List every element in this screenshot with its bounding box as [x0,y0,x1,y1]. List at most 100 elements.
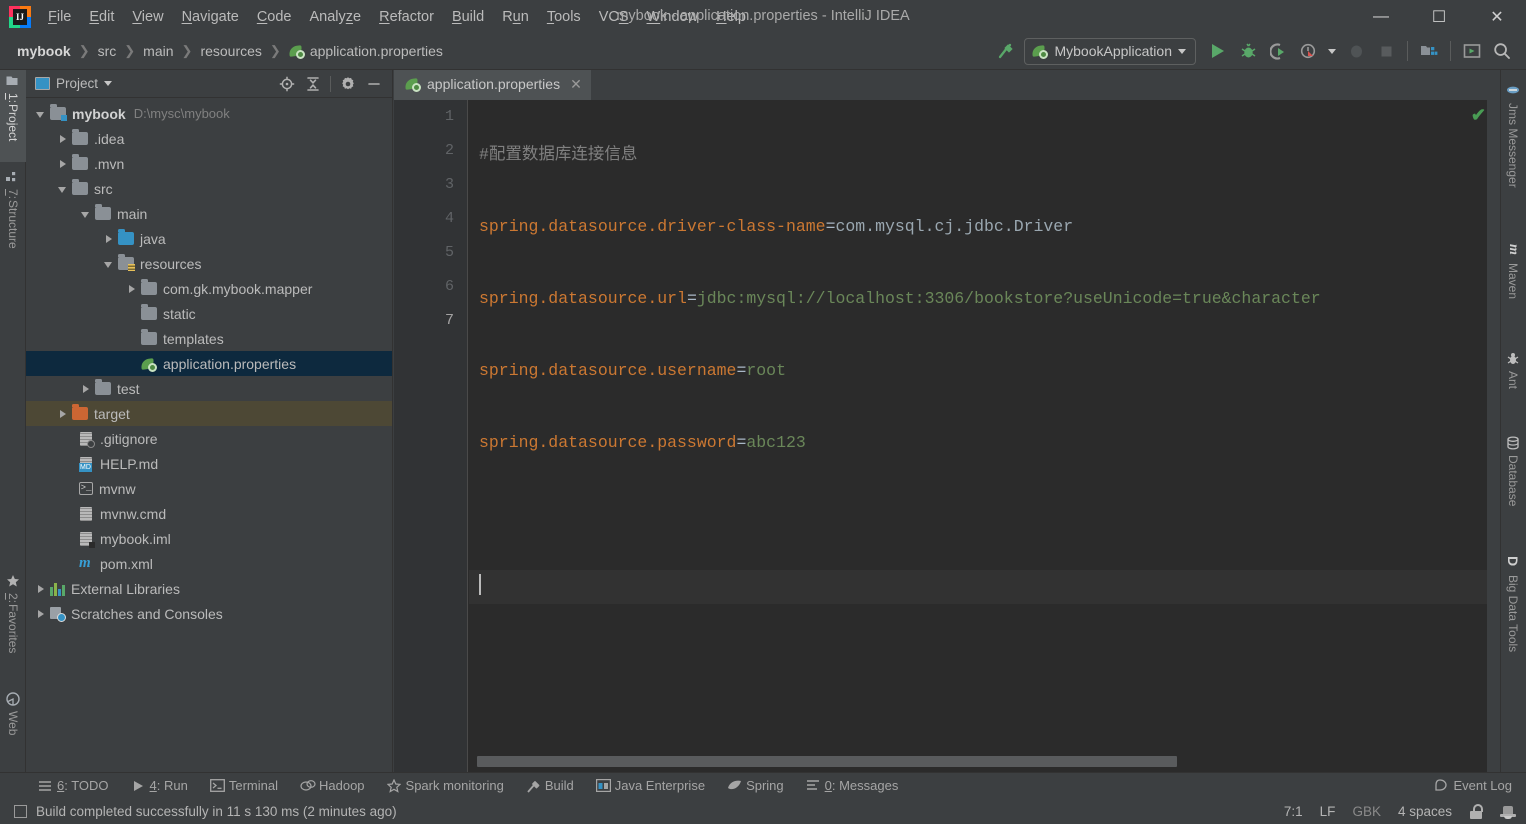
code-line-4[interactable]: spring.datasource.username=root [469,354,1500,388]
sidebar-item-maven[interactable]: m Maven [1500,240,1526,340]
bottom-tab-spring[interactable]: Spring [727,778,784,793]
inspection-status-icon[interactable]: ✔ [1471,106,1486,124]
tree-node-src[interactable]: src [26,176,392,201]
encoding-widget[interactable]: GBK [1352,804,1381,819]
chevron-right-icon[interactable] [56,132,70,146]
caret-position-widget[interactable]: 7:1 [1284,804,1303,819]
tree-node-mybook[interactable]: mybook D:\mysc\mybook [26,101,392,126]
settings-gear-icon[interactable] [336,73,360,95]
menu-item-window[interactable]: Window [638,6,708,28]
menu-item-navigate[interactable]: Navigate [173,6,248,28]
tree-node-gitignore[interactable]: .gitignore [26,426,392,451]
bottom-tab-spark-monitoring[interactable]: Spark monitoring [386,778,504,793]
breadcrumb-item-project[interactable]: mybook [14,41,74,61]
breadcrumb-item-src[interactable]: src [95,41,120,61]
editor-horizontal-scrollbar[interactable] [469,756,1487,767]
chevron-right-icon[interactable] [102,232,116,246]
breadcrumb-item-resources[interactable]: resources [197,41,264,61]
tree-node-main[interactable]: main [26,201,392,226]
chevron-down-icon[interactable] [79,207,93,221]
code-line-1[interactable]: #配置数据库连接信息 [469,138,1500,172]
breadcrumb-item-file[interactable]: application.properties [286,41,446,61]
unlocked-write-icon[interactable] [1469,803,1483,819]
menu-item-edit[interactable]: Edit [80,6,123,28]
scrollbar-thumb[interactable] [477,756,1177,767]
menu-item-vcs[interactable]: VCS [590,6,638,28]
chevron-down-icon[interactable] [34,107,48,121]
menu-item-analyze[interactable]: Analyze [301,6,371,28]
hide-icon[interactable] [362,73,386,95]
line-separator-widget[interactable]: LF [1320,804,1336,819]
bottom-tab-terminal[interactable]: Terminal [209,778,278,793]
tree-node-static[interactable]: static [26,301,392,326]
bottom-tab-java-enterprise[interactable]: Java Enterprise [595,778,705,793]
menu-item-build[interactable]: Build [443,6,493,28]
sidebar-item-structure[interactable]: 7: Structure [0,166,26,274]
build-hammer-icon[interactable] [992,37,1020,65]
sidebar-item-database[interactable]: Database [1500,432,1526,544]
tree-node-templates[interactable]: templates [26,326,392,351]
sidebar-item-web[interactable]: Web [0,688,26,758]
sidebar-item-big-data-tools[interactable]: D Big Data Tools [1500,552,1526,692]
tree-node-java[interactable]: java [26,226,392,251]
profiler-dropdown-icon[interactable] [1324,37,1340,65]
chevron-down-icon[interactable] [56,182,70,196]
tree-node-external-libraries[interactable]: External Libraries [26,576,392,601]
menu-item-help[interactable]: Help [707,6,755,28]
tree-node-test[interactable]: test [26,376,392,401]
bottom-tab-messages[interactable]: 0: Messages [806,778,898,793]
tree-node-mybook-iml[interactable]: mybook.iml [26,526,392,551]
bottom-tab-hadoop[interactable]: Hadoop [300,778,365,793]
debug-button[interactable] [1234,37,1262,65]
menu-item-refactor[interactable]: Refactor [370,6,443,28]
tree-node-mvnw[interactable]: >_ mvnw [26,476,392,501]
tree-node-mvnw-cmd[interactable]: mvnw.cmd [26,501,392,526]
editor-vertical-scrollbar[interactable] [1487,100,1500,776]
project-panel-title[interactable]: Project [35,76,113,91]
close-icon[interactable]: ✕ [570,76,582,93]
menu-item-file[interactable]: File [39,6,80,28]
run-with-coverage-button[interactable] [1264,37,1292,65]
run-configuration-selector[interactable]: MybookApplication [1024,37,1196,65]
chevron-right-icon[interactable] [34,607,48,621]
chevron-right-icon[interactable] [56,407,70,421]
chevron-right-icon[interactable] [56,157,70,171]
stop-button[interactable] [1372,37,1400,65]
sidebar-item-jms-messenger[interactable]: Jms Messenger [1500,80,1526,230]
tree-node-application-properties[interactable]: application.properties [26,351,392,376]
sidebar-item-ant[interactable]: Ant [1500,348,1526,424]
run-button[interactable] [1204,37,1232,65]
tree-node-help-md[interactable]: MD HELP.md [26,451,392,476]
close-button[interactable]: ✕ [1468,0,1526,33]
collapse-all-icon[interactable] [301,73,325,95]
project-tree[interactable]: mybook D:\mysc\mybook .idea .mvn src mai… [26,98,392,776]
code-editor[interactable]: 1 2 3 4 5 6 7 #配置数据库连接信息 spring.datasour… [394,100,1500,776]
menu-item-view[interactable]: View [123,6,172,28]
profiler-button[interactable] [1294,37,1322,65]
chevron-right-icon[interactable] [34,582,48,596]
project-structure-button[interactable] [1415,37,1443,65]
tree-node-idea[interactable]: .idea [26,126,392,151]
maximize-button[interactable]: ☐ [1410,0,1468,33]
code-line-5[interactable]: spring.datasource.password=abc123 [469,426,1500,460]
bottom-tab-run[interactable]: 4: Run [131,778,188,793]
tree-node-target[interactable]: target [26,401,392,426]
sidebar-item-favorites[interactable]: 2: Favorites [0,570,26,684]
code-line-2[interactable]: spring.datasource.driver-class-name=com.… [469,210,1500,244]
event-log-button[interactable]: Event Log [1433,778,1512,793]
tree-node-mapper-package[interactable]: com.gk.mybook.mapper [26,276,392,301]
bottom-tab-todo[interactable]: 6: TODO [38,778,109,793]
locate-icon[interactable] [275,73,299,95]
indent-widget[interactable]: 4 spaces [1398,804,1452,819]
editor-tab-application-properties[interactable]: application.properties ✕ [394,70,591,100]
chevron-right-icon[interactable] [79,382,93,396]
chevron-down-icon[interactable] [102,257,116,271]
menu-item-tools[interactable]: Tools [538,6,590,28]
bottom-tab-build[interactable]: Build [526,778,574,793]
minimize-button[interactable]: — [1352,0,1410,33]
code-line-7[interactable] [469,570,1500,604]
search-everywhere-icon[interactable] [1488,37,1516,65]
code-line-3[interactable]: spring.datasource.url=jdbc:mysql://local… [469,282,1500,316]
tree-node-pom-xml[interactable]: m pom.xml [26,551,392,576]
menu-item-run[interactable]: Run [493,6,538,28]
